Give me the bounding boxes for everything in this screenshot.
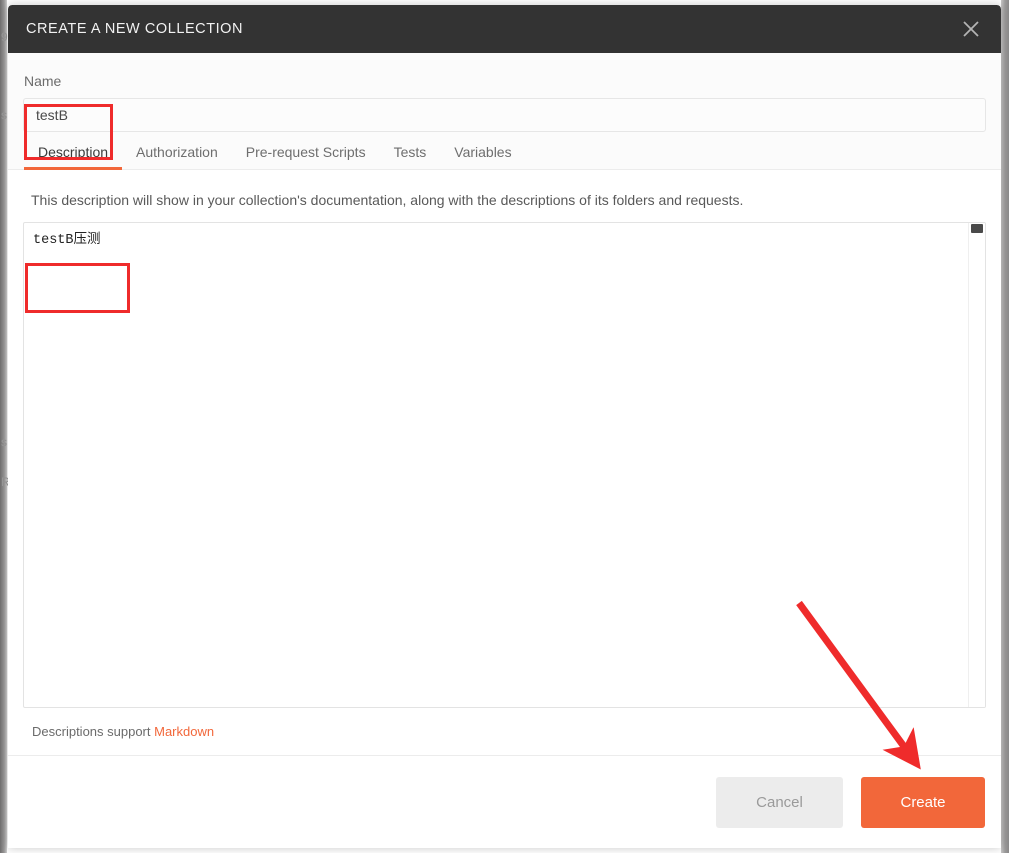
markdown-note: Descriptions support Markdown bbox=[23, 708, 986, 755]
tab-authorization[interactable]: Authorization bbox=[122, 144, 232, 169]
markdown-note-text: Descriptions support bbox=[32, 724, 155, 739]
description-textarea[interactable] bbox=[24, 223, 985, 707]
backdrop-ghost-text-3: s bbox=[1, 435, 8, 449]
name-label: Name bbox=[24, 73, 62, 89]
tab-variables[interactable]: Variables bbox=[440, 144, 525, 169]
cancel-button[interactable]: Cancel bbox=[716, 776, 843, 828]
modal-title: CREATE A NEW COLLECTION bbox=[26, 21, 244, 37]
markdown-link[interactable]: Markdown bbox=[154, 724, 214, 739]
modal-footer: Cancel Create bbox=[8, 755, 1001, 848]
create-button[interactable]: Create bbox=[861, 776, 985, 828]
create-collection-modal: CREATE A NEW COLLECTION Name Description… bbox=[8, 5, 1001, 848]
backdrop-ghost-text-2: s bbox=[1, 108, 8, 122]
description-scrollbar[interactable] bbox=[968, 223, 985, 707]
tab-bar: Description Authorization Pre-request Sc… bbox=[8, 132, 1001, 170]
close-icon[interactable] bbox=[941, 5, 1001, 53]
name-section: Name bbox=[8, 53, 1001, 132]
collection-name-input[interactable] bbox=[23, 98, 986, 132]
tab-pre-request-scripts[interactable]: Pre-request Scripts bbox=[232, 144, 380, 169]
tab-description[interactable]: Description bbox=[24, 144, 123, 170]
description-textarea-wrapper bbox=[23, 222, 986, 708]
backdrop-left-panel bbox=[0, 0, 7, 853]
modal-header: CREATE A NEW COLLECTION bbox=[8, 5, 1001, 53]
description-scrollbar-thumb[interactable] bbox=[971, 224, 983, 233]
description-hint: This description will show in your colle… bbox=[31, 192, 744, 208]
tab-tests[interactable]: Tests bbox=[380, 144, 441, 169]
description-pane: This description will show in your colle… bbox=[8, 170, 1001, 755]
modal-body: Name Description Authorization Pre-reque… bbox=[8, 53, 1001, 755]
backdrop-right-strip bbox=[1001, 0, 1009, 853]
